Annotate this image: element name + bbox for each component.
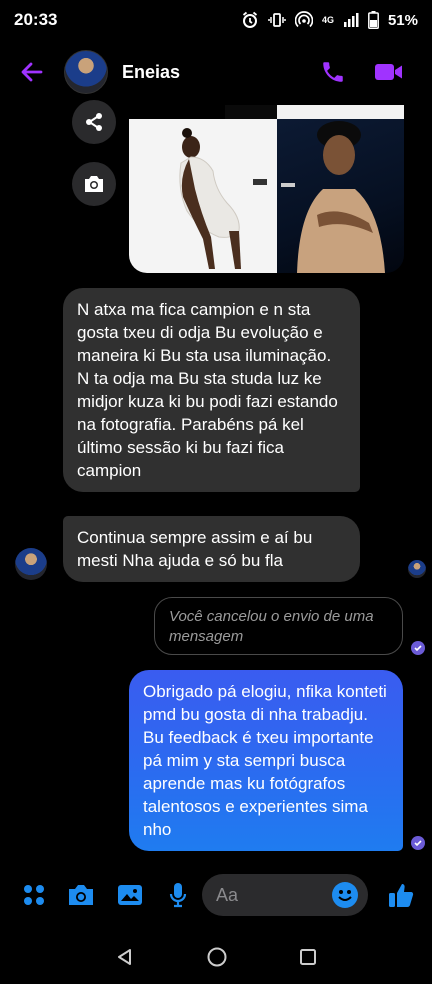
image-icon	[118, 885, 142, 905]
recents-square-icon[interactable]	[299, 948, 317, 966]
home-circle-icon[interactable]	[206, 946, 228, 968]
contact-name[interactable]: Eneias	[122, 62, 180, 83]
share-button[interactable]	[72, 100, 116, 144]
microphone-icon	[169, 883, 187, 908]
more-apps-button[interactable]	[20, 870, 48, 920]
photo-strip	[277, 105, 404, 119]
seen-check-icon	[411, 836, 425, 850]
chat-header: Eneias	[0, 44, 432, 100]
camera-button[interactable]	[72, 162, 116, 206]
share-icon	[86, 113, 102, 131]
photo-woman-portrait[interactable]	[129, 119, 277, 273]
seen-check-icon	[411, 641, 425, 655]
camera-icon	[85, 176, 103, 192]
camera-icon	[69, 885, 93, 905]
camera-compose-button[interactable]	[66, 870, 96, 920]
portrait-illustration	[281, 121, 385, 273]
status-time: 20:33	[14, 10, 58, 29]
battery-level: 51%	[387, 11, 418, 29]
alarm-icon	[242, 11, 258, 28]
status-icons: 4G 51%	[241, 11, 418, 29]
back-triangle-icon[interactable]	[115, 947, 135, 967]
system-nav-bar	[0, 930, 432, 984]
message-composer: Aa	[0, 870, 432, 920]
portrait-illustration	[179, 128, 267, 269]
outgoing-message-bubble[interactable]: Obrigado pá elogiu, nfika konteti pmd bu…	[129, 670, 403, 851]
photo-man-portrait[interactable]	[277, 119, 404, 273]
unsent-message-notice[interactable]: Você cancelou o envio de uma mensagem	[154, 597, 403, 655]
gallery-button[interactable]	[116, 870, 144, 920]
read-receipt-avatar	[408, 560, 426, 578]
contact-avatar[interactable]	[64, 50, 108, 94]
signal-icon	[343, 13, 359, 27]
emoji-icon[interactable]	[332, 882, 358, 908]
shared-photos[interactable]	[129, 105, 404, 273]
battery-icon	[368, 11, 379, 29]
incoming-message-bubble[interactable]: Continua sempre assim e aí bu mesti Nha …	[63, 516, 360, 582]
voice-message-button[interactable]	[166, 870, 190, 920]
photo-strip	[225, 105, 277, 119]
incoming-message-bubble[interactable]: N atxa ma fica campion e n sta gosta txe…	[63, 288, 360, 492]
network-type: 4G	[321, 14, 334, 25]
phone-call-icon[interactable]	[320, 59, 346, 85]
status-bar: 20:33 4G 51%	[0, 0, 432, 40]
video-call-icon[interactable]	[374, 59, 404, 85]
like-button[interactable]	[386, 870, 416, 920]
hotspot-icon	[294, 11, 313, 28]
grid-dots-icon	[24, 885, 44, 905]
vibrate-icon	[268, 13, 286, 27]
thumbs-up-icon	[389, 884, 414, 907]
message-input[interactable]: Aa	[202, 874, 368, 916]
arrow-left-icon	[21, 62, 43, 82]
back-button[interactable]	[0, 44, 64, 100]
sender-avatar[interactable]	[15, 548, 47, 580]
message-input-placeholder: Aa	[216, 884, 239, 905]
